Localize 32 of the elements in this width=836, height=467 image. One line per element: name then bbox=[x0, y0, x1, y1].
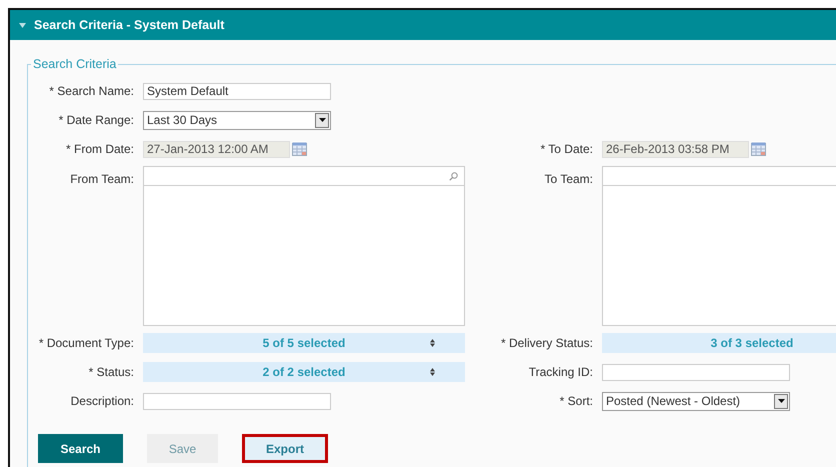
field-label: From Team: bbox=[69, 171, 134, 188]
field-label: * Search Name: bbox=[48, 83, 134, 100]
field-label: * To Date: bbox=[540, 141, 593, 158]
search-icon[interactable] bbox=[449, 172, 458, 180]
dropdown-value: Posted (Newest - Oldest) bbox=[606, 393, 740, 410]
caret-icon[interactable] bbox=[18, 22, 26, 28]
sort-arrows-icon[interactable] bbox=[430, 339, 435, 347]
panel-title: Search Criteria - System Default bbox=[34, 16, 224, 34]
field-label: Tracking ID: bbox=[528, 364, 593, 381]
dropdown[interactable]: Posted (Newest - Oldest) bbox=[602, 392, 790, 410]
calendar-icon[interactable] bbox=[751, 142, 766, 156]
dropdown-arrow-icon[interactable] bbox=[778, 399, 784, 403]
export-button[interactable]: Export bbox=[242, 434, 328, 463]
dropdown[interactable]: Last 30 Days bbox=[143, 110, 331, 130]
field-label: * Status: bbox=[88, 364, 134, 381]
field-label: * Date Range: bbox=[58, 112, 134, 129]
field-label: * Sort: bbox=[558, 393, 593, 410]
dropdown-arrow-icon[interactable] bbox=[318, 118, 326, 122]
field-label: Description: bbox=[70, 393, 134, 410]
search-button[interactable]: Search bbox=[38, 434, 123, 463]
team-list[interactable] bbox=[143, 166, 465, 326]
sort-arrows-icon[interactable] bbox=[430, 368, 435, 376]
calendar-icon[interactable] bbox=[292, 142, 307, 156]
field-label: * Delivery Status: bbox=[500, 335, 593, 352]
text-field[interactable] bbox=[602, 364, 790, 380]
field-label: * From Date: bbox=[64, 141, 134, 158]
field-label: * Document Type: bbox=[38, 335, 134, 352]
field-label: To Team: bbox=[544, 171, 593, 188]
team-list[interactable] bbox=[602, 166, 836, 326]
text-field[interactable]: System Default bbox=[143, 82, 331, 100]
dropdown-value: Last 30 Days bbox=[147, 112, 218, 129]
text-field[interactable] bbox=[143, 392, 331, 410]
